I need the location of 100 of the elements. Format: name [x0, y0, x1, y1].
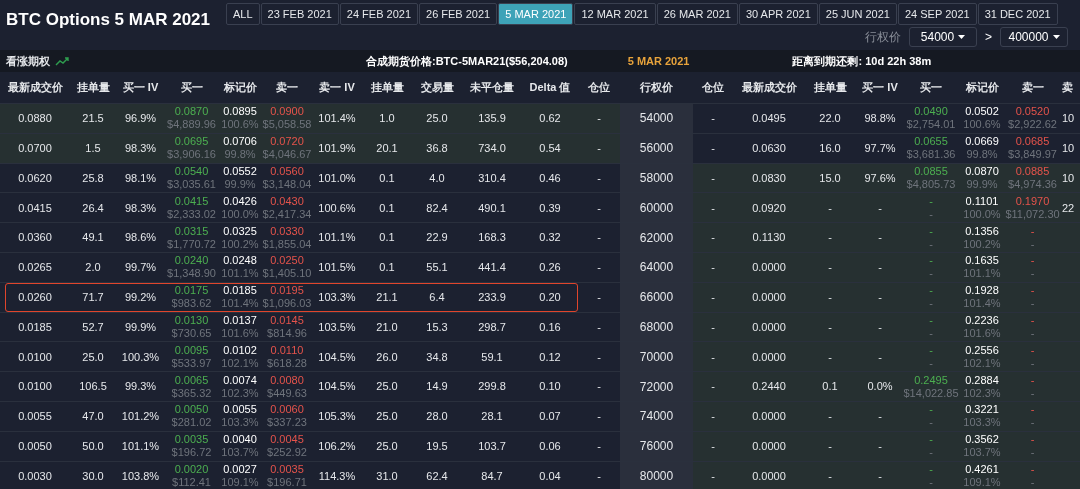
quote-detail: -: [1030, 237, 1035, 251]
table-cell-text: -: [878, 260, 882, 276]
expiry-tab[interactable]: 26 FEB 2021: [419, 3, 498, 25]
quote-detail: $365.32: [171, 386, 212, 400]
table-cell-text: 0.1: [822, 379, 838, 395]
quote-detail: 100.2%: [221, 237, 259, 251]
table-cell-text: -: [597, 200, 601, 216]
quote-price: 0.0490: [914, 105, 948, 119]
strike-price: 76000: [639, 438, 674, 456]
quote-detail: $4,889.96: [167, 118, 216, 132]
quote-price: 0.1101: [965, 194, 999, 208]
strike-price: 58000: [639, 170, 674, 187]
quote-price: 0.0552: [223, 165, 257, 178]
quote-detail: $2,922.62: [1008, 118, 1057, 132]
expiry-tab[interactable]: ALL: [226, 3, 260, 25]
column-header: 挂单量: [370, 80, 404, 96]
table-cell-text: -: [711, 111, 715, 127]
table-cell-text: 298.7: [478, 319, 506, 335]
quote-price: 0.2236: [965, 313, 999, 327]
quote-price: 0.0685: [1015, 135, 1050, 149]
table-cell-text: -: [597, 468, 601, 484]
table-cell-text: 0.46: [539, 170, 561, 186]
quote-detail: 100.6%: [221, 118, 259, 132]
quote-price: 0.0040: [223, 433, 257, 447]
strike-price: 62000: [639, 229, 674, 247]
table-cell-text: -: [828, 438, 832, 454]
table-cell-text: -: [597, 170, 601, 186]
expiry-tab[interactable]: 31 DEC 2021: [977, 3, 1058, 25]
quote-price: -: [929, 343, 933, 357]
quote-detail: 103.3%: [963, 416, 1001, 430]
table-cell-text: -: [828, 260, 832, 276]
quote-price: 0.0137: [223, 313, 257, 327]
table-cell-text: 25.8: [82, 170, 104, 186]
quote-detail: 101.6%: [221, 326, 259, 340]
quote-price: 0.0102: [223, 343, 257, 357]
trend-up-icon: [55, 56, 69, 66]
table-cell-text: 22.0: [819, 111, 841, 127]
column-header: 标记价: [965, 80, 999, 96]
table-cell-text: -: [711, 260, 715, 276]
table-cell-text: 0.1: [379, 230, 395, 246]
quote-price: 0.0315: [174, 224, 209, 238]
quote-detail: -: [929, 446, 933, 460]
table-cell-text: 0.1: [379, 200, 395, 216]
table-cell-text: 100.3%: [121, 349, 160, 365]
quote-detail: $2,754.01: [906, 118, 956, 132]
expiry-tab[interactable]: 24 FEB 2021: [339, 3, 418, 25]
quote-price: 0.0325: [223, 224, 257, 238]
table-cell-text: -: [597, 379, 601, 395]
table-cell-text: 101.1%: [121, 438, 160, 454]
table-cell-text: 50.0: [82, 438, 104, 454]
quote-price: -: [929, 433, 933, 447]
quote-price: -: [1030, 313, 1035, 327]
table-cell-text: 0.0100: [18, 349, 52, 365]
table-cell-text: 21.1: [376, 289, 398, 305]
table-cell-text: -: [828, 319, 832, 335]
table-cell-text: -: [828, 289, 832, 305]
table-cell-text: 98.8%: [864, 111, 896, 127]
expiry-tab[interactable]: 25 JUN 2021: [818, 3, 897, 25]
table-cell-text: 1.5: [85, 140, 101, 156]
table-cell-text: 14.9: [426, 379, 448, 395]
strike-min-select[interactable]: 54000: [909, 27, 977, 47]
expiry-tab[interactable]: 24 SEP 2021: [898, 3, 977, 25]
quote-detail: -: [929, 237, 933, 251]
quote-price: 0.0185: [223, 284, 257, 298]
column-header: 未平仓量: [470, 80, 514, 96]
table-cell-text: 59.1: [481, 349, 503, 365]
table-cell-text: -: [597, 409, 601, 425]
quote-detail: $3,681.36: [906, 148, 956, 162]
quote-detail: $449.63: [267, 386, 307, 400]
table-cell-text: -: [828, 230, 832, 246]
quote-detail: $533.97: [171, 356, 212, 370]
table-cell-text: 36.8: [426, 140, 448, 156]
quote-detail: 101.1%: [221, 267, 259, 281]
quote-price: 0.0706: [223, 135, 257, 149]
table-cell-text: 97.7%: [864, 140, 896, 156]
strike-max-select[interactable]: 400000: [1000, 27, 1068, 47]
quote-detail: $3,035.61: [167, 178, 216, 191]
quote-price: 0.0695: [174, 135, 209, 149]
quote-detail: -: [1030, 416, 1035, 430]
quote-price: 0.0669: [965, 135, 999, 149]
quote-price: 0.0060: [270, 403, 304, 417]
table-cell-text: -: [878, 409, 882, 425]
quote-price: 0.0415: [174, 194, 209, 208]
expiry-tab[interactable]: 23 FEB 2021: [260, 3, 339, 25]
caret-icon: [958, 35, 966, 39]
quote-detail: 109.1%: [221, 475, 259, 489]
quote-price: 0.0250: [270, 254, 304, 268]
table-cell-text: 0.0000: [752, 349, 786, 365]
quote-detail: $112.41: [172, 475, 211, 489]
table-cell-text: 25.0: [82, 349, 104, 365]
expiry-tab[interactable]: 26 MAR 2021: [656, 3, 738, 25]
column-header: 卖: [1062, 80, 1073, 96]
quote-price: 0.0130: [174, 313, 209, 327]
quote-price: 0.2556: [965, 343, 999, 357]
expiry-tab[interactable]: 12 MAR 2021: [574, 3, 656, 25]
table-cell-text: 25.0: [376, 438, 398, 454]
quote-detail: $1,855.04: [262, 237, 312, 251]
table-cell-text: 82.4: [426, 200, 448, 216]
caret-icon: [1052, 35, 1060, 39]
expiry-tab[interactable]: 30 APR 2021: [738, 3, 818, 25]
